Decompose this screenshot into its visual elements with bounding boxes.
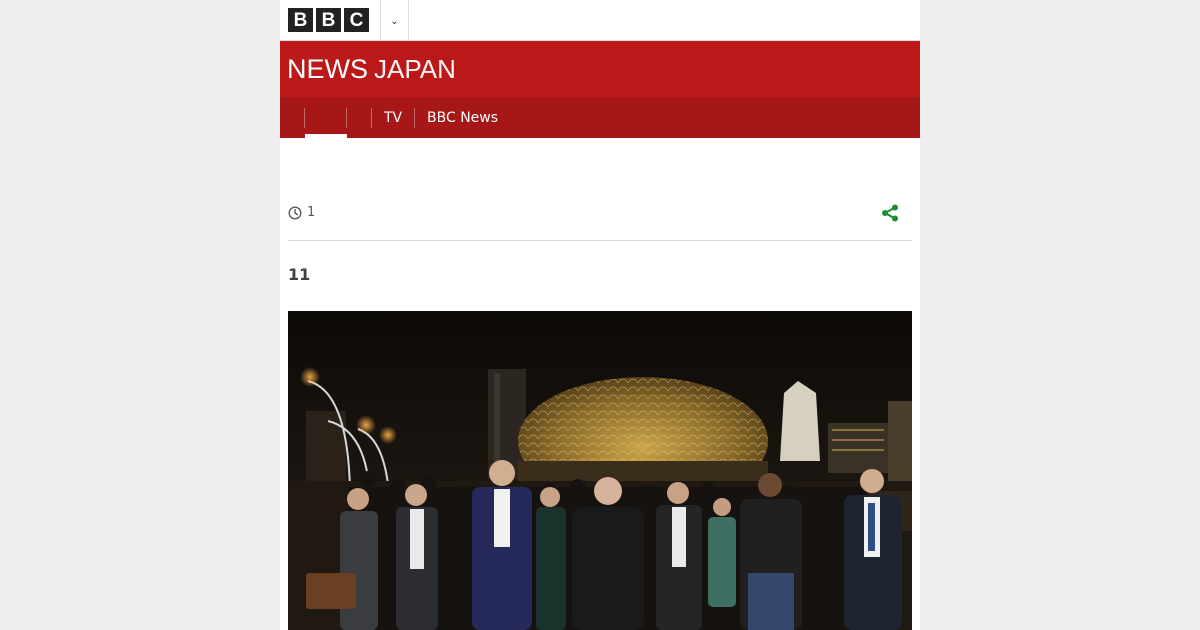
nav-divider [304,108,305,128]
masthead-edition: JAPAN [374,54,456,84]
share-icon [882,204,898,222]
global-header: B B C ⌄ [280,0,920,41]
page: B B C ⌄ NEWS JAPAN TV BBC News 1 11 [280,0,920,630]
nav-divider [371,108,372,128]
section-nav: TV BBC News [280,97,920,138]
nav-divider [414,108,415,128]
share-button[interactable] [880,203,900,223]
masthead-title[interactable]: NEWS JAPAN [287,54,456,85]
bbc-logo[interactable]: B B C [288,8,369,32]
article-intro: 11 [288,265,311,284]
nav-item-bbc-news[interactable]: BBC News [427,97,498,138]
divider [408,0,409,40]
nav-item-tv[interactable]: TV [384,97,402,138]
chevron-down-icon: ⌄ [390,15,399,27]
article-meta: 1 [288,205,315,220]
active-indicator [305,134,347,138]
nav-divider [346,108,347,128]
logo-letter: C [344,8,369,32]
timestamp: 1 [307,205,316,220]
clock-icon [288,205,302,220]
masthead: NEWS JAPAN [280,41,920,97]
divider [288,240,912,241]
masthead-brand: NEWS [287,54,368,84]
article-photo [288,311,912,630]
more-menu-button[interactable]: ⌄ [381,0,408,40]
nav-item-home[interactable] [305,97,347,138]
logo-letter: B [316,8,341,32]
logo-letter: B [288,8,313,32]
